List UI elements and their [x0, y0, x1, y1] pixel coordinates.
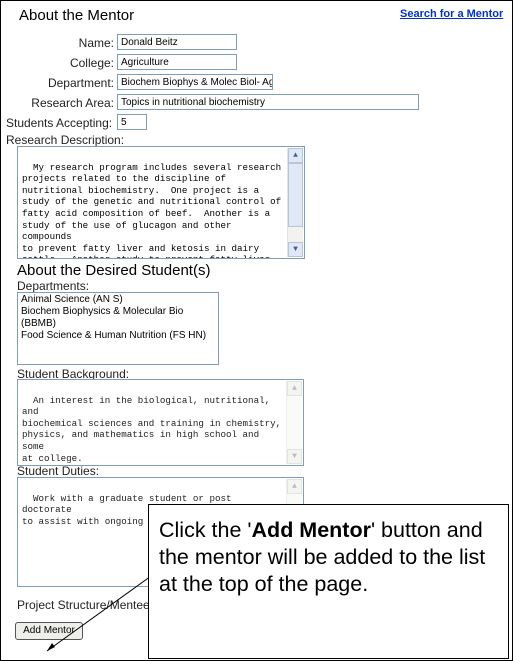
callout-text-before: Click the ' — [159, 518, 252, 542]
callout-box: Click the 'Add Mentor' button and the me… — [148, 504, 509, 659]
callout-text-bold: Add Mentor — [251, 518, 371, 542]
